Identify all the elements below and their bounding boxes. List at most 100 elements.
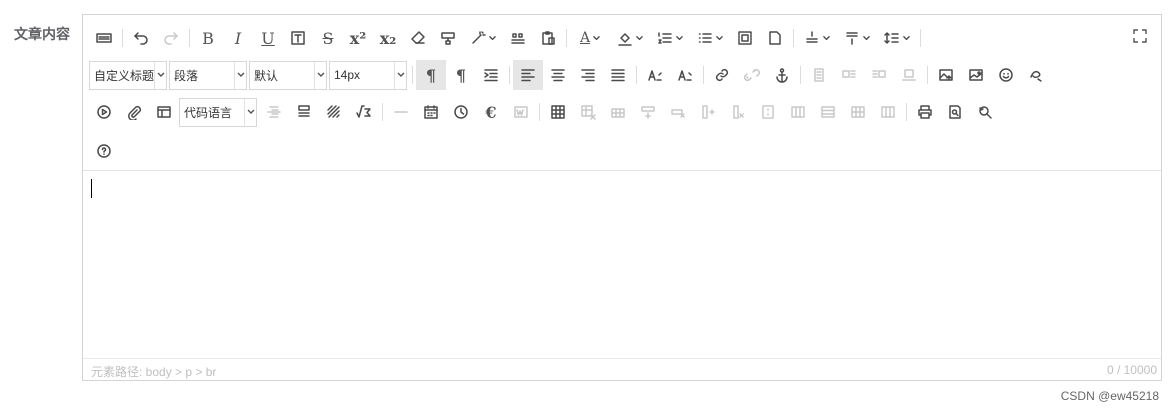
search-replace-icon (979, 106, 992, 119)
chevron-down-icon (317, 72, 324, 77)
simple-upload-button[interactable] (931, 60, 961, 90)
undo-button[interactable] (126, 23, 156, 53)
align-left-button[interactable] (513, 60, 543, 90)
subscript-icon: x₂ (379, 28, 397, 48)
italic-button[interactable]: I (223, 23, 253, 53)
anchor-button[interactable] (767, 60, 797, 90)
strikethrough-button[interactable]: S (313, 23, 343, 53)
source-html-button[interactable] (89, 23, 119, 53)
insert-paragraph-before-table-button[interactable] (603, 97, 633, 127)
subscript-button[interactable]: x₂ (373, 23, 403, 53)
ltr-direction-button[interactable]: ¶ (416, 60, 446, 90)
to-uppercase-button[interactable] (640, 60, 670, 90)
text-box-icon (291, 31, 305, 45)
split-cells-button[interactable] (843, 97, 873, 127)
select-all-button[interactable] (730, 23, 760, 53)
insert-table-button[interactable] (543, 97, 573, 127)
line-height-button[interactable] (877, 23, 917, 53)
page-break-button[interactable] (259, 97, 289, 127)
unordered-list-button[interactable] (690, 23, 730, 53)
image-left-button[interactable] (834, 60, 864, 90)
emotion-button[interactable] (991, 60, 1021, 90)
delete-row-button[interactable] (663, 97, 693, 127)
code-language-select[interactable]: 代码语言 (179, 97, 257, 127)
link-button[interactable] (707, 60, 737, 90)
font-border-button[interactable] (283, 23, 313, 53)
to-lowercase-button[interactable] (670, 60, 700, 90)
word-image-button[interactable] (506, 97, 536, 127)
rtl-direction-button[interactable]: ¶ (446, 60, 476, 90)
help-button[interactable] (89, 136, 119, 166)
formula-button[interactable] (349, 97, 379, 127)
image-right-button[interactable] (864, 60, 894, 90)
format-match-button[interactable] (433, 23, 463, 53)
editor-content-area[interactable] (83, 171, 1161, 357)
font-color-button[interactable]: A (570, 23, 610, 53)
auto-typeset-button[interactable] (463, 23, 503, 53)
row-spacing-top-button[interactable] (797, 23, 837, 53)
page-break-icon (267, 106, 281, 118)
uppercase-icon (648, 70, 662, 81)
font-size-select[interactable]: 14px (329, 60, 407, 90)
underline-button[interactable]: U (253, 23, 283, 53)
blockquote-button[interactable] (503, 23, 533, 53)
lowercase-icon (678, 70, 692, 81)
editor-statusbar: 元素路径: body > p > br 0 / 10000 (83, 358, 1161, 380)
wordimage-button[interactable] (289, 97, 319, 127)
background-button[interactable] (319, 97, 349, 127)
horizontal-rule-button[interactable] (386, 97, 416, 127)
insert-image-button[interactable] (961, 60, 991, 90)
row-spacing-bottom-button[interactable] (837, 23, 877, 53)
bold-icon: B (202, 28, 214, 48)
align-center-button[interactable] (543, 60, 573, 90)
search-replace-button[interactable] (970, 97, 1000, 127)
template-button[interactable] (149, 97, 179, 127)
anchor-icon (776, 68, 788, 83)
scrawl-button[interactable] (1021, 60, 1051, 90)
image-none-button[interactable] (804, 60, 834, 90)
font-family-select[interactable]: 默认 (249, 60, 327, 90)
redo-button[interactable] (156, 23, 186, 53)
merge-cells-button[interactable] (753, 97, 783, 127)
html-icon (96, 33, 112, 43)
merge-down-button[interactable] (813, 97, 843, 127)
ordered-list-button[interactable] (650, 23, 690, 53)
time-button[interactable] (446, 97, 476, 127)
insert-video-button[interactable] (89, 97, 119, 127)
chevron-down-icon (247, 109, 254, 114)
special-chars-button[interactable]: € (476, 97, 506, 127)
clear-doc-button[interactable] (760, 23, 790, 53)
insert-col-button[interactable] (693, 97, 723, 127)
image-center-button[interactable] (894, 60, 924, 90)
bold-button[interactable]: B (193, 23, 223, 53)
attachment-button[interactable] (119, 97, 149, 127)
font-family-value: 默认 (254, 68, 279, 83)
align-justify-button[interactable] (603, 60, 633, 90)
fullscreen-button[interactable] (1133, 29, 1149, 45)
date-button[interactable] (416, 97, 446, 127)
paragraph-select[interactable]: 段落 (169, 60, 247, 90)
remove-format-button[interactable] (403, 23, 433, 53)
indent-button[interactable] (476, 60, 506, 90)
help-icon (97, 144, 111, 158)
paste-plain-button[interactable] (533, 23, 563, 53)
select-arrow (234, 61, 246, 89)
preview-button[interactable] (940, 97, 970, 127)
delete-col-button[interactable] (723, 97, 753, 127)
select-arrow (154, 61, 166, 89)
italic-icon: I (234, 28, 242, 48)
custom-style-select[interactable]: 自定义标题 (89, 60, 167, 90)
unordered-list-icon (698, 33, 712, 43)
superscript-button[interactable]: x² (343, 23, 373, 53)
delete-table-button[interactable] (573, 97, 603, 127)
background-color-button[interactable] (610, 23, 650, 53)
split-rows-button[interactable] (873, 97, 903, 127)
merge-right-button[interactable] (783, 97, 813, 127)
unlink-button[interactable] (737, 60, 767, 90)
insert-row-button[interactable] (633, 97, 663, 127)
table-icon (551, 105, 565, 119)
code-language-value: 代码语言 (184, 105, 233, 120)
align-right-button[interactable] (573, 60, 603, 90)
separator (509, 66, 510, 84)
print-button[interactable] (910, 97, 940, 127)
